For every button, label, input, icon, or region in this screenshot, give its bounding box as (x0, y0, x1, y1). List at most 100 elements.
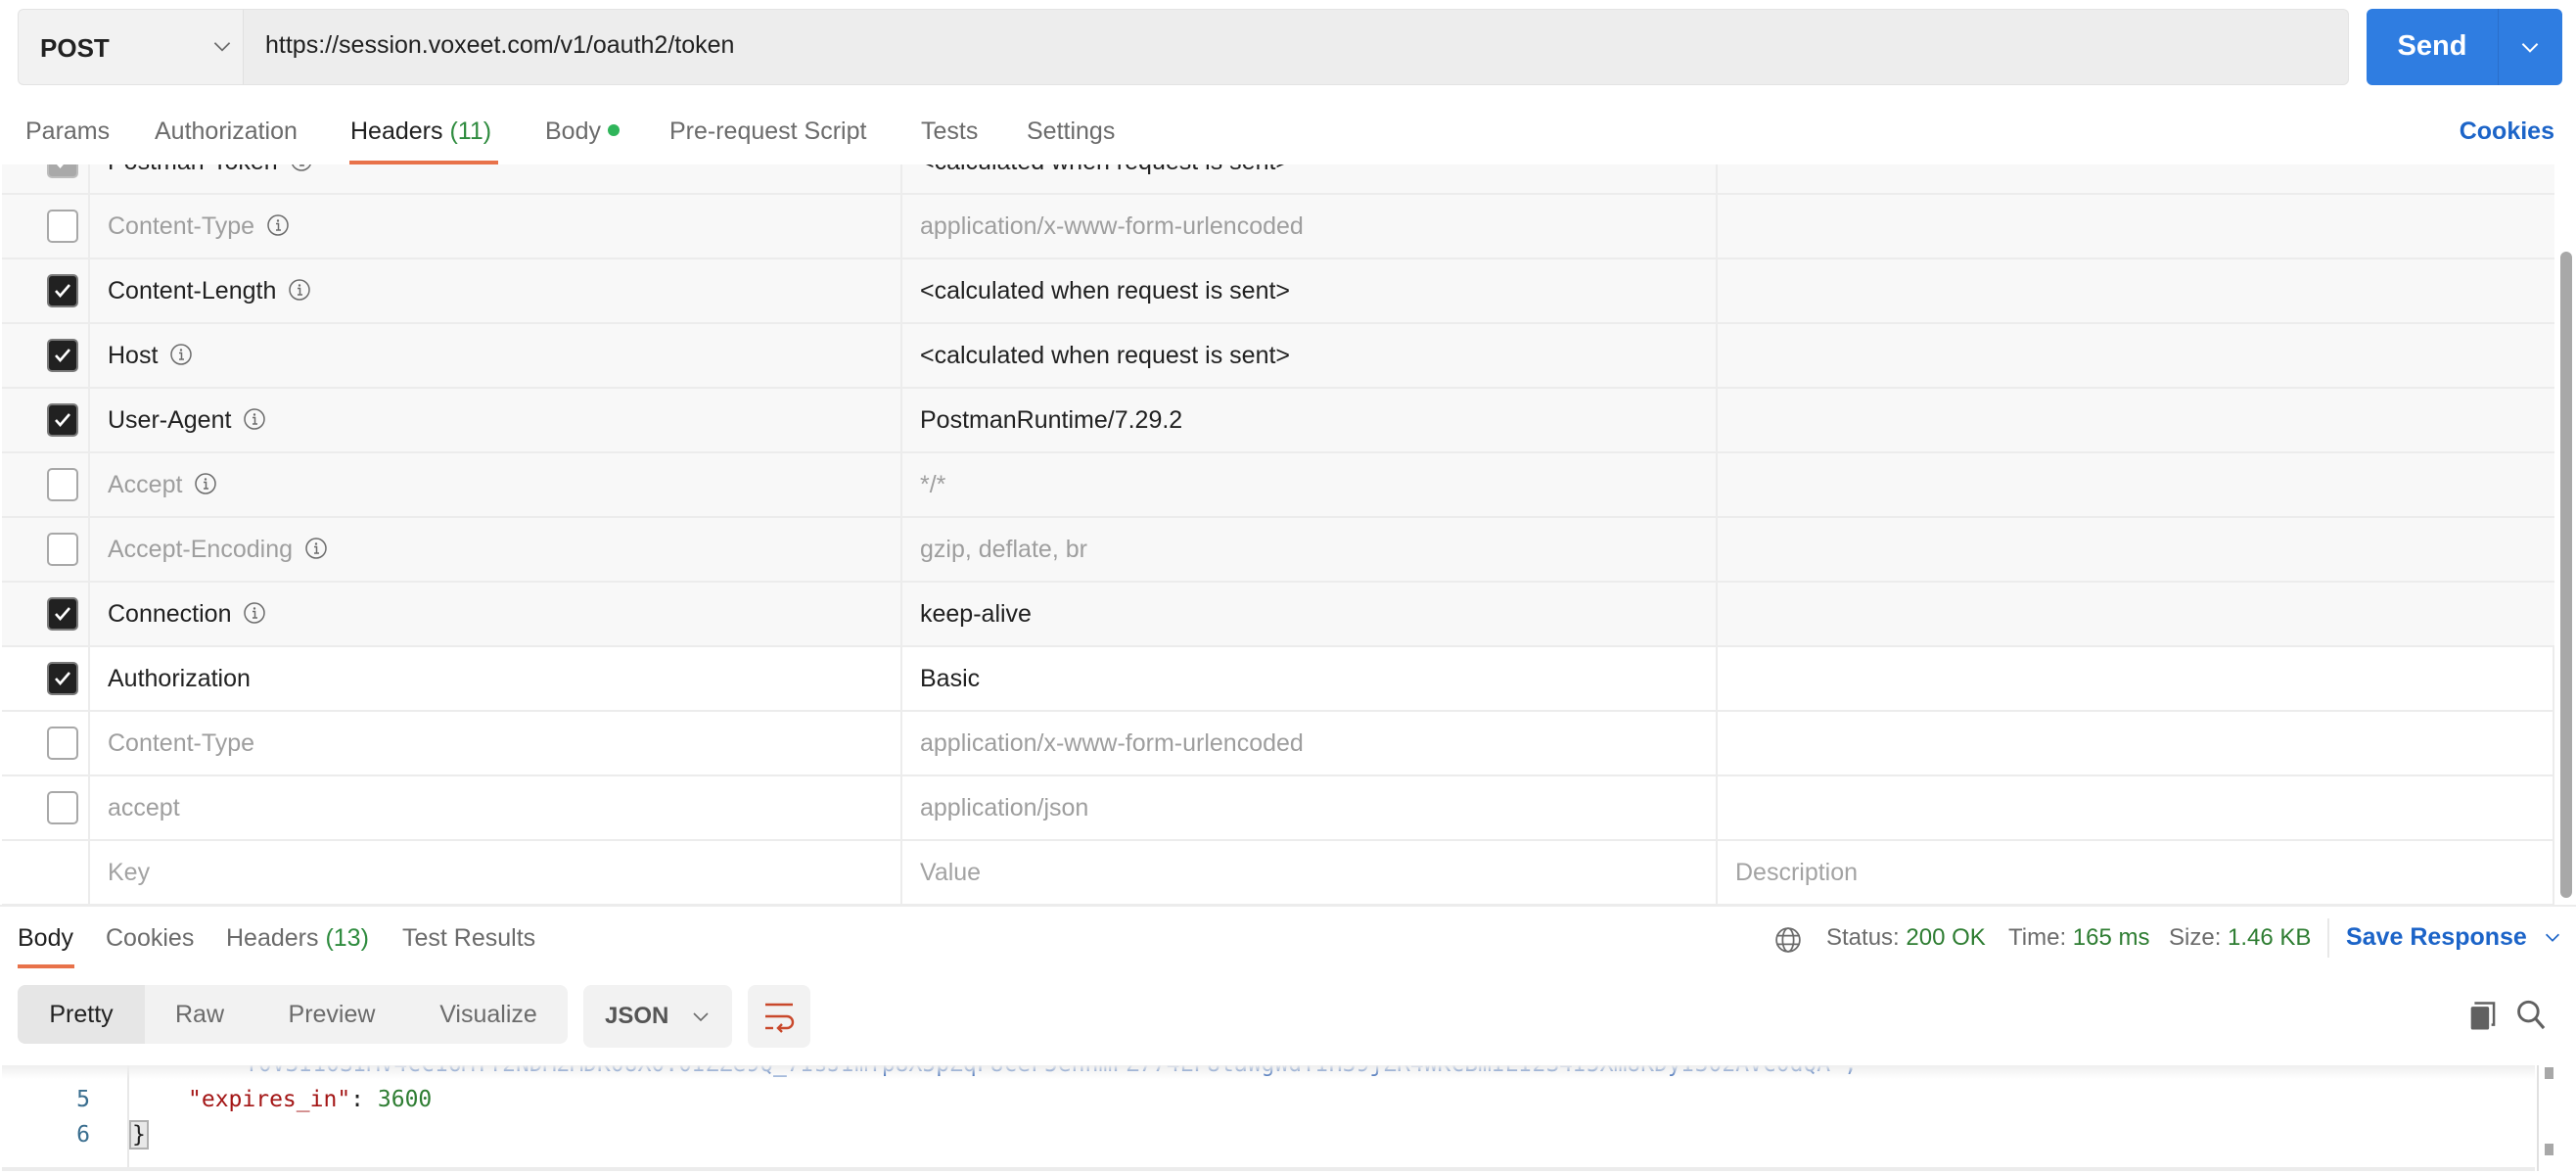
response-tab-headers[interactable]: Headers (13) (226, 924, 369, 953)
globe-icon[interactable] (1773, 925, 1803, 955)
new-key-input[interactable]: Key (90, 841, 902, 904)
header-value-cell[interactable]: */* (902, 453, 1718, 516)
info-icon[interactable] (169, 343, 193, 366)
size-readout[interactable]: Size: 1.46 KB (2169, 924, 2311, 952)
view-preview-button[interactable]: Preview (254, 985, 409, 1044)
header-value-cell[interactable]: <calculated when request is sent> (902, 259, 1718, 322)
info-icon[interactable] (243, 601, 266, 625)
header-description-cell[interactable] (1718, 259, 2554, 322)
header-description-cell[interactable] (1718, 453, 2554, 516)
header-key-cell[interactable]: Accept-Encoding (90, 518, 902, 581)
header-key-cell[interactable]: Content-Type (90, 195, 902, 258)
wrap-lines-button[interactable] (748, 985, 810, 1048)
info-icon[interactable] (290, 164, 313, 172)
tab-pre-request-script[interactable]: Pre-request Script (669, 117, 866, 146)
header-key-cell[interactable]: User-Agent (90, 389, 902, 451)
editor-scrollbar-track[interactable] (2537, 1065, 2539, 1171)
search-icon[interactable] (2515, 999, 2547, 1032)
header-value-cell[interactable]: gzip, deflate, br (902, 518, 1718, 581)
header-value-cell[interactable]: application/json (902, 776, 1718, 839)
cookies-link[interactable]: Cookies (2460, 117, 2554, 146)
header-description-cell[interactable] (1718, 776, 2554, 839)
header-description-cell[interactable] (1718, 164, 2554, 193)
tab-headers[interactable]: Headers (11) (350, 117, 491, 146)
header-enabled-checkbox[interactable] (47, 533, 78, 566)
headers-scrollbar[interactable] (2560, 252, 2572, 898)
header-enabled-checkbox[interactable] (47, 210, 78, 243)
response-tab-test-results[interactable]: Test Results (402, 924, 535, 953)
header-description-cell[interactable] (1718, 518, 2554, 581)
url-input[interactable]: https://session.voxeet.com/v1/oauth2/tok… (243, 9, 2349, 85)
header-value-cell[interactable]: <calculated when request is sent> (902, 164, 1718, 193)
info-icon[interactable] (288, 278, 311, 302)
header-description-cell[interactable] (1718, 324, 2554, 387)
info-icon[interactable] (194, 472, 217, 495)
view-raw-button[interactable]: Raw (145, 985, 254, 1044)
save-response-label: Save Response (2346, 923, 2527, 951)
header-description-cell[interactable] (1718, 583, 2554, 645)
json-brace: } (129, 1120, 149, 1150)
header-enabled-checkbox[interactable] (47, 662, 78, 695)
header-key-cell[interactable]: Content-Type (90, 712, 902, 774)
response-tab-cookies[interactable]: Cookies (106, 924, 194, 953)
view-pretty-button[interactable]: Pretty (18, 985, 145, 1044)
header-value: gzip, deflate, br (920, 536, 1087, 563)
info-icon[interactable] (304, 537, 328, 560)
header-description-cell[interactable] (1718, 389, 2554, 451)
info-icon[interactable] (243, 407, 266, 431)
header-key-cell[interactable]: Content-Length (90, 259, 902, 322)
tab-settings[interactable]: Settings (1027, 117, 1115, 146)
status-value: 200 OK (1906, 924, 1986, 951)
pane-divider[interactable] (0, 905, 2576, 907)
editor-scrollbar-thumb[interactable] (2545, 1144, 2553, 1155)
new-value-input[interactable]: Value (902, 841, 1718, 904)
info-icon[interactable] (266, 213, 290, 237)
new-description-input[interactable]: Description (1718, 841, 2554, 904)
header-key-cell[interactable]: Postman-Token (90, 164, 902, 193)
header-value-cell[interactable]: <calculated when request is sent> (902, 324, 1718, 387)
header-enabled-checkbox[interactable] (47, 339, 78, 372)
editor-scrollbar-thumb[interactable] (2545, 1067, 2553, 1079)
method-select[interactable]: POST (18, 9, 243, 85)
header-value-cell[interactable]: PostmanRuntime/7.29.2 (902, 389, 1718, 451)
header-key-cell[interactable]: Connection (90, 583, 902, 645)
response-body-editor[interactable]: Y0V3I10SIMV4CC16MTY2NDM2MDK0UX0.0IZZe9Q_… (2, 1065, 2535, 1171)
header-value-cell[interactable]: application/x-www-form-urlencoded (902, 712, 1718, 774)
header-enabled-checkbox[interactable] (47, 403, 78, 437)
header-value-cell[interactable]: application/x-www-form-urlencoded (902, 195, 1718, 258)
header-description-cell[interactable] (1718, 195, 2554, 258)
header-description-cell[interactable] (1718, 712, 2554, 774)
header-enabled-checkbox[interactable] (47, 791, 78, 824)
header-enabled-checkbox[interactable] (47, 597, 78, 631)
header-enabled-checkbox[interactable] (47, 727, 78, 760)
header-enabled-checkbox[interactable] (47, 468, 78, 501)
tab-body[interactable]: Body (545, 117, 620, 146)
status-readout[interactable]: Status: 200 OK (1826, 924, 1986, 952)
format-select[interactable]: JSON (583, 985, 732, 1048)
headers-count: (11) (449, 117, 492, 145)
copy-icon[interactable] (2468, 1001, 2498, 1032)
send-button[interactable]: Send (2367, 9, 2562, 85)
response-tab-body[interactable]: Body (18, 924, 73, 953)
view-visualize-button[interactable]: Visualize (409, 985, 568, 1044)
time-readout[interactable]: Time: 165 ms (2008, 924, 2149, 952)
header-key-cell[interactable]: Authorization (90, 647, 902, 710)
tab-tests[interactable]: Tests (921, 117, 978, 146)
tab-params[interactable]: Params (25, 117, 110, 146)
tab-label: Body (18, 924, 73, 952)
value-placeholder: Value (920, 859, 982, 886)
header-key-cell[interactable]: Accept (90, 453, 902, 516)
header-row: Authorization Basic (2, 647, 2554, 712)
header-key-cell[interactable]: Host (90, 324, 902, 387)
save-response-button[interactable]: Save Response (2346, 923, 2563, 952)
header-key-cell[interactable]: accept (90, 776, 902, 839)
tab-authorization[interactable]: Authorization (155, 117, 298, 146)
tab-label: Settings (1027, 117, 1116, 145)
header-value-cell[interactable]: Basic (902, 647, 1718, 710)
description-placeholder: Description (1735, 859, 1859, 886)
editor-top-shadow (2, 1065, 2535, 1079)
send-options-chevron-icon[interactable] (2517, 34, 2543, 60)
header-description-cell[interactable] (1718, 647, 2554, 710)
header-enabled-checkbox[interactable] (47, 274, 78, 307)
header-value-cell[interactable]: keep-alive (902, 583, 1718, 645)
